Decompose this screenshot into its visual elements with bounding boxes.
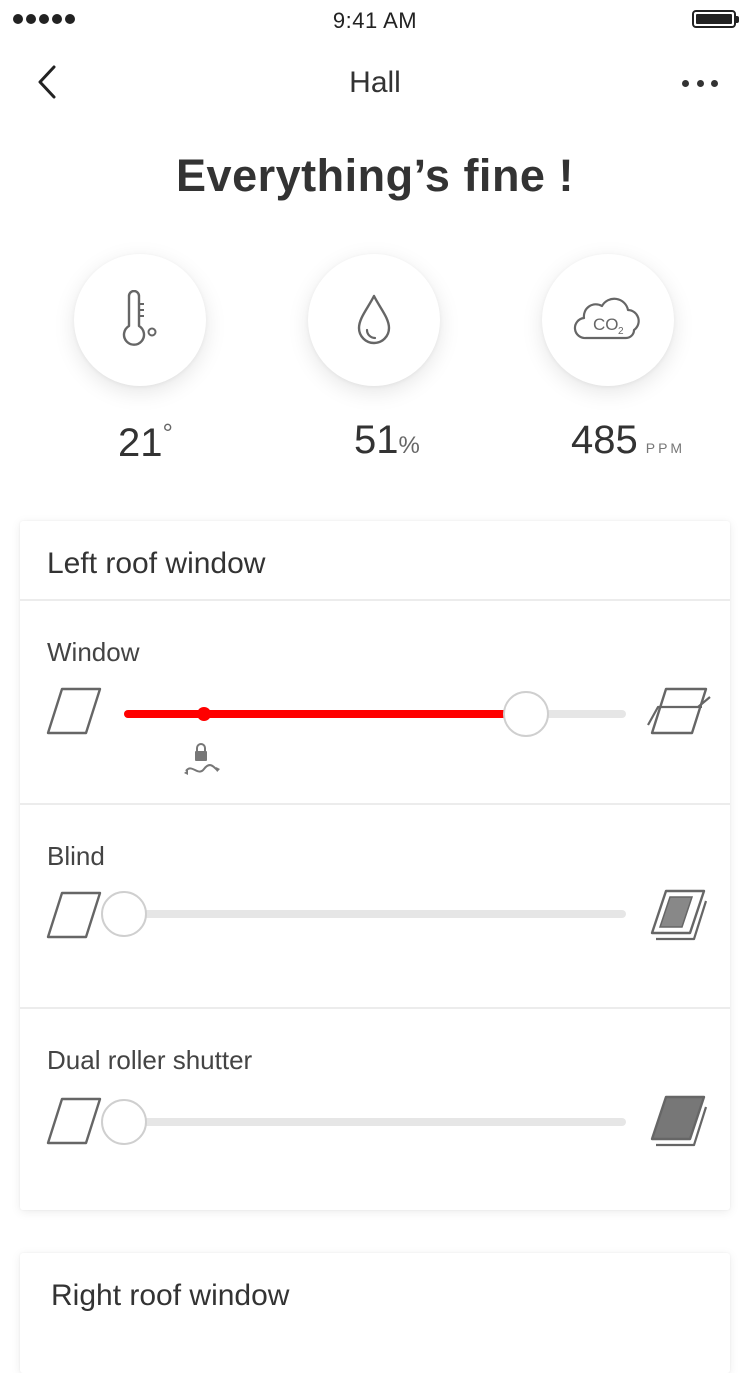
window-slider-knob[interactable]: [502, 691, 549, 737]
co2-readout: 485 PPM: [571, 418, 685, 463]
roller-shutter-icon: [650, 1095, 708, 1147]
window-limit-marker: [197, 707, 212, 721]
co2-unit: PPM: [645, 440, 686, 456]
status-time: 9:41 AM: [332, 8, 418, 33]
status-headline: Everything’s fine !: [176, 150, 574, 201]
more-dot: [711, 79, 718, 87]
temperature-sensor[interactable]: [74, 254, 206, 386]
blind-label: Blind: [47, 841, 105, 871]
status-bar: 9:41 AM: [0, 0, 750, 40]
co2-cloud-icon: CO 2: [573, 297, 640, 340]
window-closed-icon: [46, 1097, 102, 1145]
water-drop-icon: [357, 294, 391, 345]
temperature-unit: °: [162, 418, 173, 448]
page-title: Hall: [349, 66, 401, 99]
thermometer-icon: [122, 290, 157, 346]
divider: [20, 803, 730, 805]
humidity-value: 51: [354, 418, 399, 462]
co2-value: 485: [571, 418, 638, 462]
co2-icon-text: CO: [593, 315, 619, 334]
temperature-readout: 21°: [118, 418, 173, 466]
lock-ventilation-icon: [184, 743, 220, 775]
blind-slider-knob[interactable]: [101, 891, 147, 937]
blind-icon: [650, 889, 708, 941]
battery-icon: [692, 10, 739, 28]
more-options-button[interactable]: [682, 76, 718, 90]
left-roof-window-card: Left roof window Window Blind Dual rolle…: [20, 521, 730, 1210]
humidity-readout: 51%: [354, 418, 420, 463]
humidity-sensor[interactable]: [308, 254, 440, 386]
more-dot: [682, 79, 689, 87]
card-title: Right roof window: [51, 1279, 290, 1312]
divider: [20, 599, 730, 601]
more-dot: [696, 79, 704, 87]
window-closed-icon: [46, 687, 102, 735]
roller-shutter-label: Dual roller shutter: [47, 1045, 253, 1075]
divider: [20, 1007, 730, 1009]
window-label: Window: [47, 637, 140, 667]
co2-sensor[interactable]: CO 2: [542, 254, 674, 386]
blind-slider[interactable]: [101, 891, 626, 937]
window-slider-fill: [124, 710, 526, 718]
window-slider[interactable]: [124, 691, 626, 737]
window-open-icon: [647, 687, 711, 735]
roller-shutter-slider-knob[interactable]: [101, 1099, 147, 1145]
humidity-unit: %: [398, 432, 420, 459]
window-closed-icon: [46, 891, 102, 939]
temperature-value: 21: [118, 421, 163, 465]
card-title: Left roof window: [47, 547, 266, 580]
roller-shutter-slider[interactable]: [101, 1099, 626, 1145]
right-roof-window-card[interactable]: Right roof window: [20, 1253, 730, 1373]
co2-icon-subscript: 2: [618, 326, 624, 337]
